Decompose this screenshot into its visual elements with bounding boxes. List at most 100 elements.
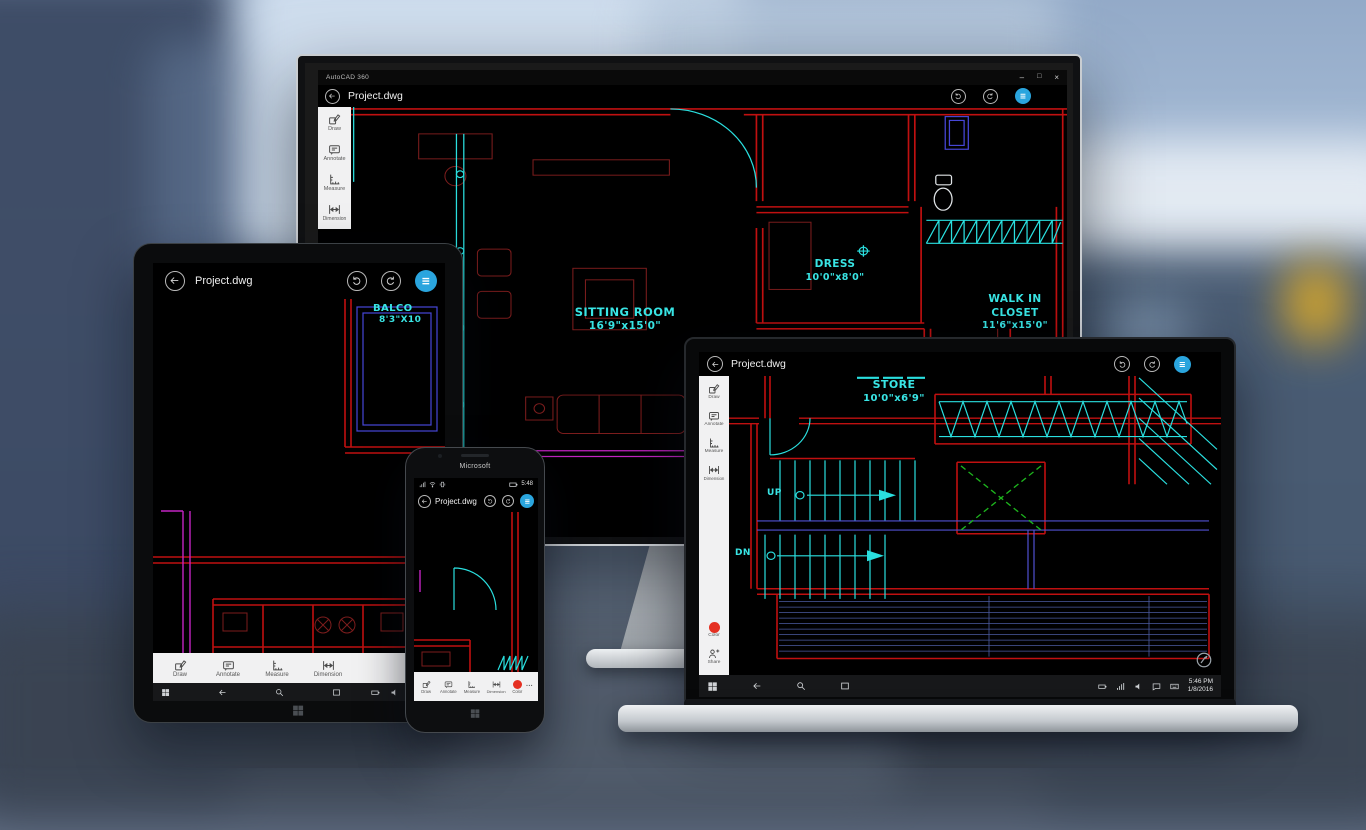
- bg-yellow-equipment: [1283, 262, 1349, 344]
- battery-icon[interactable]: [371, 688, 380, 697]
- room-label-balcony: BALCO 8'3"X10: [373, 303, 422, 325]
- dimension-icon: [328, 203, 341, 216]
- file-name: Project.dwg: [731, 358, 786, 370]
- back-icon: [328, 92, 336, 100]
- measure-icon: [271, 659, 284, 672]
- undo-button[interactable]: [347, 271, 367, 291]
- measure-icon: [328, 173, 341, 186]
- tool-measure[interactable]: Measure: [699, 432, 729, 459]
- redo-button[interactable]: [381, 271, 401, 291]
- laptop-floor-plan: [729, 376, 1221, 660]
- desktop-tool-panel: Draw Annotate Measure Dimension: [318, 107, 351, 229]
- tablet-floor-plan: [153, 299, 445, 653]
- tool-color[interactable]: Color: [509, 679, 526, 694]
- task-view-button[interactable]: [332, 688, 341, 697]
- tool-draw[interactable]: Draw: [157, 659, 203, 678]
- tool-dimension[interactable]: Dimension: [699, 459, 729, 486]
- menu-button[interactable]: [415, 270, 437, 292]
- network-icon[interactable]: [1116, 682, 1125, 691]
- tool-draw[interactable]: Draw: [318, 107, 351, 137]
- phone-cad-canvas[interactable]: [414, 512, 538, 672]
- phone-toolbar: Draw Annotate Measure Dimension Color ··…: [414, 672, 538, 701]
- laptop-taskbar: 5:46 PM 1/8/2016: [699, 675, 1221, 697]
- more-button[interactable]: ···: [526, 683, 533, 690]
- tool-share[interactable]: Share: [699, 643, 729, 669]
- redo-icon: [505, 498, 511, 504]
- menu-button[interactable]: [1174, 355, 1191, 373]
- sim-signal-icon: [419, 481, 426, 488]
- tablet-taskbar: [153, 683, 445, 701]
- desktop-appbar: Project.dwg: [318, 85, 1067, 107]
- tool-draw[interactable]: Draw: [416, 680, 436, 694]
- redo-button[interactable]: [502, 495, 514, 507]
- battery-icon: [509, 480, 518, 489]
- task-view-button[interactable]: [840, 681, 850, 691]
- laptop-cad-canvas[interactable]: STORE 10'0"x6'9" UP DN: [729, 376, 1221, 675]
- tool-annotate[interactable]: Annotate: [436, 680, 460, 694]
- undo-button[interactable]: [1114, 356, 1130, 372]
- menu-icon: [419, 274, 433, 288]
- window-titlebar[interactable]: AutoCAD 360 – □ ×: [318, 70, 1067, 85]
- menu-button[interactable]: [520, 494, 534, 508]
- tool-annotate[interactable]: Annotate: [699, 405, 729, 432]
- tool-measure[interactable]: Measure: [318, 167, 351, 197]
- minimize-button[interactable]: –: [1020, 73, 1024, 82]
- taskbar-back-button[interactable]: [218, 688, 227, 697]
- phone-device: Microsoft 5:48 Project.dwg Draw Annotate…: [405, 447, 545, 733]
- back-button[interactable]: [165, 271, 185, 291]
- start-button[interactable]: [161, 688, 170, 697]
- window-title: AutoCAD 360: [326, 74, 370, 81]
- tool-dimension[interactable]: Dimension: [484, 680, 509, 694]
- redo-button[interactable]: [1144, 356, 1160, 372]
- menu-icon: [1177, 359, 1188, 370]
- battery-icon[interactable]: [1098, 682, 1107, 691]
- taskbar-back-button[interactable]: [752, 681, 762, 691]
- vibrate-icon: [439, 481, 446, 488]
- phone-windows-button[interactable]: [470, 708, 481, 719]
- annotate-icon: [444, 680, 453, 689]
- tablet-toolbar: Draw Annotate Measure Dimension Color: [153, 653, 445, 683]
- phone-floor-plan: [414, 512, 529, 672]
- taskbar-search-button[interactable]: [796, 681, 806, 691]
- tool-annotate[interactable]: Annotate: [203, 659, 253, 678]
- compass-button[interactable]: [1195, 651, 1213, 669]
- tool-measure[interactable]: Measure: [460, 680, 483, 694]
- tool-annotate[interactable]: Annotate: [318, 137, 351, 167]
- tool-draw[interactable]: Draw: [699, 378, 729, 405]
- notification-icon[interactable]: [1152, 682, 1161, 691]
- room-label-sitting: SITTING ROOM 16'9"x15'0": [574, 305, 676, 332]
- measure-icon: [708, 437, 720, 449]
- draw-icon: [328, 113, 341, 126]
- undo-button[interactable]: [951, 88, 966, 104]
- back-button[interactable]: [707, 356, 723, 372]
- maximize-button[interactable]: □: [1037, 73, 1041, 82]
- tool-color[interactable]: Color: [699, 617, 729, 643]
- room-label-dress: DRESS 10'0"x8'0": [805, 258, 865, 283]
- close-button[interactable]: ×: [1054, 73, 1059, 82]
- undo-button[interactable]: [484, 495, 496, 507]
- menu-button[interactable]: [1015, 88, 1031, 104]
- tablet-appbar: Project.dwg: [153, 263, 445, 299]
- redo-button[interactable]: [983, 88, 998, 104]
- undo-icon: [1118, 360, 1127, 369]
- room-label-store: STORE 10'0"x6'9": [863, 378, 925, 405]
- back-button[interactable]: [325, 88, 340, 104]
- tablet-cad-canvas[interactable]: BALCO 8'3"X10: [153, 299, 445, 653]
- tablet-windows-button[interactable]: [292, 704, 305, 717]
- start-button[interactable]: [707, 681, 718, 692]
- draw-icon: [708, 383, 720, 395]
- color-icon: [708, 622, 720, 633]
- undo-icon: [487, 498, 493, 504]
- share-icon: [708, 648, 720, 660]
- back-button[interactable]: [418, 494, 431, 508]
- dimension-icon: [492, 680, 501, 689]
- taskbar-clock[interactable]: 5:46 PM 1/8/2016: [1188, 678, 1213, 694]
- tool-dimension[interactable]: Dimension: [318, 197, 351, 227]
- volume-icon[interactable]: [390, 688, 399, 697]
- taskbar-search-button[interactable]: [275, 688, 284, 697]
- tool-dimension[interactable]: Dimension: [301, 659, 355, 678]
- tool-measure[interactable]: Measure: [253, 659, 301, 678]
- keyboard-icon[interactable]: [1170, 682, 1179, 691]
- volume-icon[interactable]: [1134, 682, 1143, 691]
- undo-icon: [351, 275, 362, 286]
